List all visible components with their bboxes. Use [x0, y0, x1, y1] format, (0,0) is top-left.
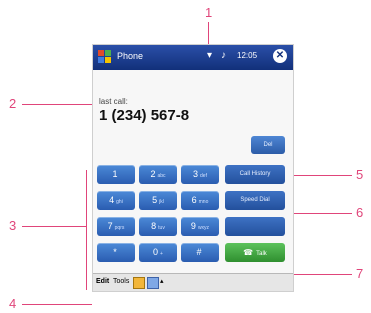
callout-3: 3: [9, 218, 17, 233]
clock[interactable]: 12:05: [237, 51, 257, 60]
edit-menu[interactable]: Edit: [96, 278, 109, 285]
key-letters: ghi: [116, 199, 123, 205]
key-letters: mno: [198, 199, 209, 205]
callout-5-line: [286, 175, 352, 176]
key-letters: tuv: [158, 225, 165, 231]
key-4[interactable]: 4 ghi: [97, 191, 135, 210]
input-arrow-icon[interactable]: ▴: [160, 277, 164, 285]
talk-button[interactable]: ☎ Talk: [225, 243, 285, 262]
callout-6: 6: [356, 205, 364, 220]
key-8[interactable]: 8 tuv: [139, 217, 177, 236]
callout-4-line: [22, 304, 92, 305]
callout-7: 7: [356, 266, 364, 281]
key-7[interactable]: 7 pqrs: [97, 217, 135, 236]
key-digit: 8: [151, 221, 157, 231]
blank-button[interactable]: [225, 217, 285, 236]
last-call-label: last call:: [99, 97, 128, 106]
callout-3-bracket: [86, 170, 87, 290]
key-hash[interactable]: #: [181, 243, 219, 262]
callout-6-line: [286, 213, 352, 214]
key-5[interactable]: 5 jkl: [139, 191, 177, 210]
callout-7-line: [286, 274, 352, 275]
close-button[interactable]: ✕: [273, 49, 287, 63]
callout-4: 4: [9, 296, 17, 311]
key-digit: 4: [109, 195, 115, 205]
key-digit: 9: [190, 221, 196, 231]
key-digit: 0: [153, 247, 159, 257]
phone-screen: Phone ▾ ♪ 12:05 ✕ last call: 1 (234) 567…: [92, 44, 294, 292]
key-letters: def: [200, 173, 207, 179]
key-digit: 2: [150, 169, 156, 179]
callout-5: 5: [356, 167, 364, 182]
callout-1: 1: [205, 5, 213, 20]
windows-start-icon[interactable]: [97, 49, 113, 65]
callout-2-line: [22, 104, 92, 105]
menu-bar: Edit Tools ▴: [93, 273, 293, 291]
key-digit: *: [113, 247, 117, 257]
delete-button[interactable]: Del: [251, 136, 285, 154]
key-6[interactable]: 6 mno: [181, 191, 219, 210]
key-0[interactable]: 0 +: [139, 243, 177, 262]
key-letters: +: [160, 251, 163, 257]
call-history-button[interactable]: Call History: [225, 165, 285, 184]
key-digit: #: [196, 247, 202, 257]
key-2[interactable]: 2 abc: [139, 165, 177, 184]
tools-menu[interactable]: Tools: [113, 278, 129, 285]
key-star[interactable]: *: [97, 243, 135, 262]
key-9[interactable]: 9 wxyz: [181, 217, 219, 236]
key-digit: 1: [112, 169, 118, 179]
key-digit: 7: [107, 221, 113, 231]
talk-label: Talk: [256, 251, 267, 257]
key-digit: 5: [152, 195, 158, 205]
volume-icon[interactable]: ♪: [221, 50, 226, 61]
signal-strength-icon[interactable]: ▾: [207, 50, 212, 61]
key-3[interactable]: 3 def: [181, 165, 219, 184]
key-1[interactable]: 1: [97, 165, 135, 184]
phone-icon: ☎: [243, 248, 254, 257]
speed-dial-button[interactable]: Speed Dial: [225, 191, 285, 210]
title-bar: Phone ▾ ♪ 12:05 ✕: [93, 45, 293, 70]
callout-2: 2: [9, 96, 17, 111]
keyboard-icon[interactable]: [147, 277, 159, 289]
key-letters: wxyz: [197, 225, 210, 231]
key-letters: jkl: [159, 199, 164, 205]
key-letters: abc: [157, 173, 166, 179]
callout-3-line: [22, 226, 86, 227]
key-digit: 6: [191, 195, 197, 205]
key-letters: pqrs: [114, 225, 125, 231]
app-title: Phone: [117, 51, 144, 61]
contacts-icon[interactable]: [133, 277, 145, 289]
key-digit: 3: [193, 169, 199, 179]
dialed-number: 1 (234) 567-8: [99, 107, 190, 124]
